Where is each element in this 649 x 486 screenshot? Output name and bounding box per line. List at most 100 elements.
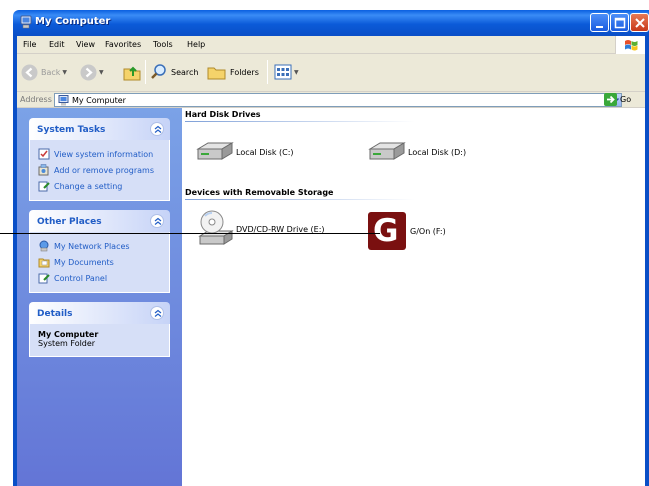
go-button[interactable]: Go bbox=[604, 93, 631, 106]
task-view-system-info[interactable]: View system information bbox=[30, 146, 169, 162]
drive-label: Local Disk (C:) bbox=[236, 147, 294, 157]
back-button[interactable]: Back ▼ bbox=[21, 64, 67, 81]
drive-label: G/On (F:) bbox=[410, 226, 446, 236]
search-label: Search bbox=[171, 67, 199, 77]
hard-disk-icon bbox=[368, 142, 406, 160]
place-my-network-places[interactable]: My Network Places bbox=[30, 238, 169, 254]
minimize-button[interactable] bbox=[590, 13, 609, 32]
group-header-removable: Devices with Removable Storage bbox=[185, 188, 334, 197]
other-places-body: My Network Places My Documents Control P… bbox=[29, 232, 170, 293]
group-divider bbox=[185, 121, 415, 122]
details-body: My Computer System Folder bbox=[29, 324, 170, 357]
chevron-up-icon bbox=[154, 217, 162, 225]
group-header-hard-disks: Hard Disk Drives bbox=[185, 110, 261, 119]
drive-gon-f[interactable]: G G/On (F:) bbox=[368, 212, 446, 250]
folder-view: Hard Disk Drives Local Disk (C:) Local D… bbox=[182, 108, 645, 486]
address-value: My Computer bbox=[72, 96, 126, 105]
close-button[interactable] bbox=[630, 13, 649, 32]
back-arrow-icon bbox=[21, 64, 38, 81]
drive-label: Local Disk (D:) bbox=[408, 147, 467, 157]
task-change-setting[interactable]: Change a setting bbox=[30, 178, 169, 194]
details-panel: Details My Computer System Folder bbox=[29, 302, 170, 357]
up-folder-button[interactable] bbox=[122, 62, 142, 82]
toolbar-separator bbox=[145, 60, 146, 84]
place-label: Control Panel bbox=[54, 273, 108, 283]
other-places-header[interactable]: Other Places bbox=[29, 210, 170, 232]
title-bar[interactable]: My Computer bbox=[13, 10, 649, 36]
back-dropdown-icon[interactable]: ▼ bbox=[62, 69, 67, 76]
overlay-line bbox=[0, 233, 380, 234]
views-dropdown-icon[interactable]: ▼ bbox=[294, 69, 299, 76]
menu-tools[interactable]: Tools bbox=[153, 40, 173, 49]
task-label: Change a setting bbox=[54, 181, 123, 191]
details-item-type: System Folder bbox=[38, 339, 96, 348]
other-places-title: Other Places bbox=[37, 217, 102, 227]
drive-local-disk-d[interactable]: Local Disk (D:) bbox=[368, 141, 466, 163]
close-icon bbox=[635, 18, 645, 28]
views-button[interactable]: ▼ bbox=[274, 64, 299, 80]
windows-flag-icon bbox=[625, 40, 638, 51]
go-arrow-icon bbox=[604, 93, 617, 106]
task-add-remove-programs[interactable]: Add or remove programs bbox=[30, 162, 169, 178]
maximize-button[interactable] bbox=[610, 13, 629, 32]
system-info-icon bbox=[38, 148, 50, 160]
folders-button[interactable]: Folders bbox=[207, 63, 259, 81]
collapse-chevron-icon[interactable] bbox=[150, 122, 164, 136]
toolbar-separator bbox=[267, 60, 268, 84]
other-places-panel: Other Places My Network Places My Docume… bbox=[29, 210, 170, 293]
menu-edit[interactable]: Edit bbox=[49, 40, 65, 49]
address-bar: Address My Computer Go bbox=[17, 92, 645, 108]
gon-logo-icon: G bbox=[368, 212, 406, 250]
add-remove-programs-icon bbox=[38, 164, 49, 176]
forward-dropdown-icon[interactable]: ▼ bbox=[99, 69, 104, 76]
place-control-panel[interactable]: Control Panel bbox=[30, 270, 169, 286]
menu-help[interactable]: Help bbox=[187, 40, 205, 49]
place-my-documents[interactable]: My Documents bbox=[30, 254, 169, 270]
control-panel-icon bbox=[38, 273, 50, 284]
menu-favorites[interactable]: Favorites bbox=[105, 40, 141, 49]
collapse-chevron-icon[interactable] bbox=[150, 306, 164, 320]
folders-label: Folders bbox=[230, 67, 259, 77]
my-computer-icon bbox=[58, 95, 69, 106]
system-tasks-header[interactable]: System Tasks bbox=[29, 118, 170, 140]
windows-logo bbox=[615, 36, 645, 54]
go-label: Go bbox=[620, 95, 632, 104]
explorer-window: My Computer File Edit View Favorites Too… bbox=[0, 0, 649, 486]
system-tasks-title: System Tasks bbox=[37, 125, 106, 135]
chevron-up-icon bbox=[154, 125, 162, 133]
gon-logo-letter: G bbox=[373, 213, 399, 249]
window-border-right bbox=[645, 36, 649, 486]
network-places-icon bbox=[39, 240, 49, 252]
task-label: Add or remove programs bbox=[54, 165, 154, 175]
forward-arrow-icon bbox=[80, 64, 97, 81]
views-icon bbox=[274, 64, 292, 80]
details-title: Details bbox=[37, 309, 73, 319]
folders-icon bbox=[207, 67, 226, 80]
address-input[interactable]: My Computer bbox=[54, 93, 622, 107]
minimize-icon bbox=[596, 26, 603, 28]
system-tasks-panel: System Tasks View system information Add… bbox=[29, 118, 170, 201]
standard-toolbar: Back ▼ ▼ Search Folders ▼ bbox=[17, 54, 645, 92]
chevron-up-icon bbox=[154, 309, 162, 317]
collapse-chevron-icon[interactable] bbox=[150, 214, 164, 228]
group-divider bbox=[185, 199, 415, 200]
task-label: View system information bbox=[54, 149, 154, 159]
up-folder-icon bbox=[123, 66, 141, 81]
details-header[interactable]: Details bbox=[29, 302, 170, 324]
address-label: Address bbox=[20, 95, 52, 104]
task-pane: System Tasks View system information Add… bbox=[17, 108, 182, 486]
hard-disk-icon bbox=[196, 142, 234, 160]
search-button[interactable]: Search bbox=[150, 63, 198, 81]
menu-bar: File Edit View Favorites Tools Help bbox=[17, 36, 645, 54]
drive-dvd-cd-rw-e[interactable]: DVD/CD-RW Drive (E:) bbox=[198, 210, 325, 248]
window-title: My Computer bbox=[35, 16, 111, 27]
control-panel-icon bbox=[38, 181, 50, 192]
search-icon bbox=[151, 64, 166, 79]
my-documents-icon bbox=[38, 258, 50, 268]
my-computer-icon bbox=[20, 15, 32, 29]
menu-view[interactable]: View bbox=[76, 40, 95, 49]
menu-file[interactable]: File bbox=[23, 40, 36, 49]
details-item-name: My Computer bbox=[38, 330, 99, 339]
forward-button[interactable]: ▼ bbox=[80, 64, 104, 81]
drive-local-disk-c[interactable]: Local Disk (C:) bbox=[196, 141, 294, 163]
